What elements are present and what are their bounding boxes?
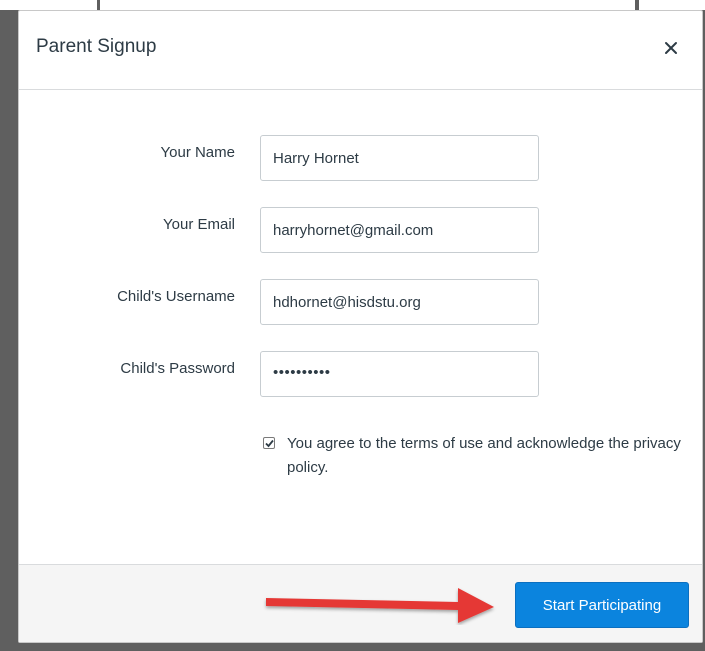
- form-row-child-password: Child's Password ••••••••••: [19, 351, 702, 397]
- terms-of-use-link[interactable]: terms of use: [401, 435, 484, 452]
- agreement-text-middle: and acknowledge the: [483, 435, 634, 452]
- agreement-text: You agree to the terms of use and acknow…: [287, 432, 687, 480]
- your-email-input[interactable]: [260, 207, 539, 253]
- checkmark-icon: [265, 439, 274, 448]
- background-strip-center: [100, 0, 635, 10]
- annotation-arrow-icon: [266, 588, 494, 623]
- child-username-input[interactable]: [260, 279, 539, 325]
- close-icon[interactable]: [664, 41, 680, 57]
- your-name-label: Your Name: [160, 144, 236, 161]
- your-email-label: Your Email: [163, 216, 235, 233]
- background-strip-right: [639, 0, 705, 10]
- child-password-label: Child's Password: [120, 360, 235, 377]
- child-password-input[interactable]: [260, 351, 539, 397]
- agreement-text-before: You agree to the: [287, 435, 401, 452]
- your-name-input[interactable]: [260, 135, 539, 181]
- child-username-label: Child's Username: [117, 288, 235, 305]
- agree-checkbox[interactable]: [263, 437, 275, 449]
- agreement-text-after: .: [324, 459, 329, 476]
- parent-signup-dialog: Parent Signup Your Name Your Email Child…: [18, 10, 703, 643]
- dialog-header: Parent Signup: [19, 11, 702, 90]
- background-strip-left: [0, 0, 97, 10]
- form-row-your-email: Your Email: [19, 207, 702, 253]
- start-participating-button[interactable]: Start Participating: [515, 582, 689, 628]
- dialog-title: Parent Signup: [36, 36, 157, 57]
- form-row-your-name: Your Name: [19, 135, 702, 181]
- form-row-child-username: Child's Username: [19, 279, 702, 325]
